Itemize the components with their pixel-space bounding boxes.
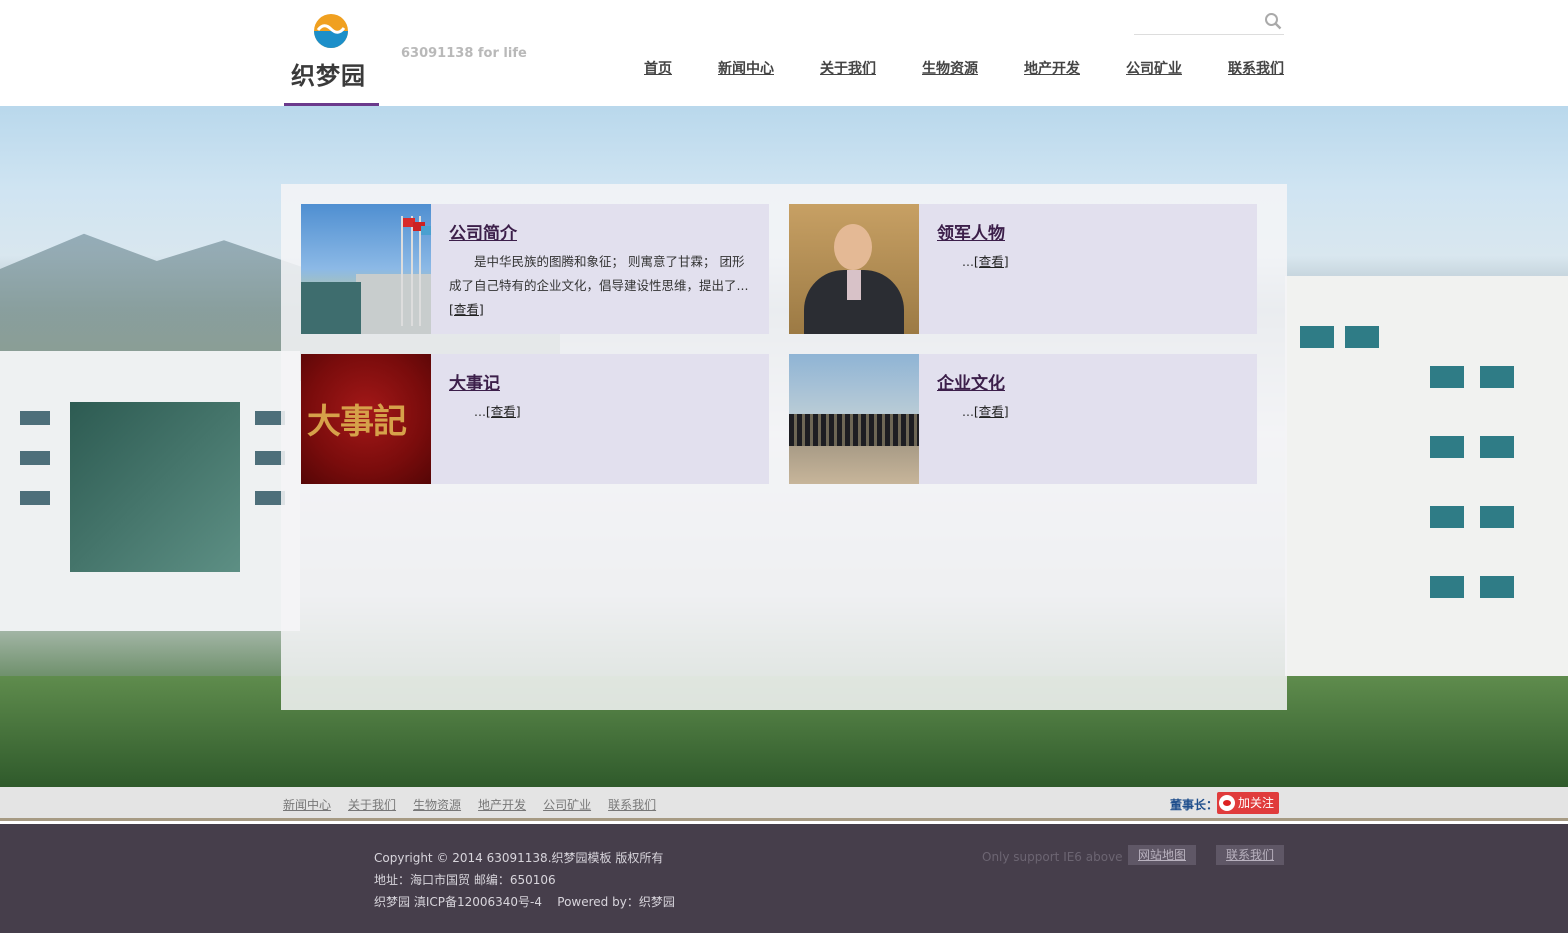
icp-line: 织梦园 滇ICP备12006340号-4 Powered by：织梦园	[374, 895, 675, 909]
card-description: ...[查看]	[962, 404, 1009, 419]
card-company-intro: 公司简介 是中华民族的图腾和象征； 则寓意了甘霖； 团形成了自己特有的企业文化，…	[301, 204, 769, 334]
footer-contact-button[interactable]: 联系我们	[1216, 845, 1285, 865]
footer-nav-bio[interactable]: 生物资源	[413, 796, 461, 813]
search-input[interactable]	[1134, 12, 1258, 32]
hero-building-right	[1285, 276, 1568, 696]
address-line: 地址：海口市国贸 邮编：650106	[374, 873, 556, 887]
card-culture: 企业文化 ...[查看]	[789, 354, 1257, 484]
view-link[interactable]: [查看]	[974, 254, 1009, 269]
card-title[interactable]: 大事记	[449, 369, 500, 394]
copyright-block: Copyright © 2014 63091138.织梦园模板 版权所有 地址：…	[374, 847, 675, 913]
logo-text: 织梦园	[291, 62, 366, 90]
content-panel: 公司简介 是中华民族的图腾和象征； 则寓意了甘霖； 团形成了自己特有的企业文化，…	[281, 184, 1287, 710]
card-thumbnail[interactable]	[789, 354, 919, 484]
sitemap-button[interactable]: 网站地图	[1128, 845, 1197, 865]
card-milestones: 大事記 大事记 ...[查看]	[301, 354, 769, 484]
card-description: ...[查看]	[474, 404, 521, 419]
card-thumbnail[interactable]	[789, 204, 919, 334]
copyright-line: Copyright © 2014 63091138.织梦园模板 版权所有	[374, 851, 664, 865]
footer-nav-news[interactable]: 新闻中心	[283, 796, 331, 813]
footer-nav-bar: 新闻中心 关于我们 生物资源 地产开发 公司矿业 联系我们 董事长： 加关注	[0, 787, 1568, 821]
nav-realestate[interactable]: 地产开发	[1024, 58, 1080, 78]
nav-home[interactable]: 首页	[644, 58, 672, 78]
footer: Copyright © 2014 63091138.织梦园模板 版权所有 地址：…	[0, 824, 1568, 933]
card-description: 是中华民族的图腾和象征； 则寓意了甘霖； 团形成了自己特有的企业文化，倡导建设性…	[449, 254, 749, 317]
slogan: 63091138 for life	[401, 46, 527, 61]
card-leader: 领军人物 ...[查看]	[789, 204, 1257, 334]
view-link[interactable]: [查看]	[449, 302, 484, 317]
card-title[interactable]: 领军人物	[937, 219, 1005, 244]
view-link[interactable]: [查看]	[486, 404, 521, 419]
chairman-label: 董事长：	[1170, 798, 1219, 812]
card-thumbnail[interactable]	[301, 204, 431, 334]
logo-icon	[314, 14, 348, 48]
card-description: ...[查看]	[962, 254, 1009, 269]
main-nav: 首页 新闻中心 关于我们 生物资源 地产开发 公司矿业 联系我们	[598, 58, 1284, 78]
nav-news[interactable]: 新闻中心	[718, 58, 774, 78]
card-thumbnail[interactable]: 大事記	[301, 354, 431, 484]
nav-bio[interactable]: 生物资源	[922, 58, 978, 78]
view-link[interactable]: [查看]	[974, 404, 1009, 419]
follow-button[interactable]: 加关注	[1217, 792, 1279, 814]
weibo-icon	[1219, 795, 1235, 811]
footer-nav-contact[interactable]: 联系我们	[608, 796, 656, 813]
card-title[interactable]: 企业文化	[937, 369, 1005, 394]
nav-about[interactable]: 关于我们	[820, 58, 876, 78]
footer-nav-about[interactable]: 关于我们	[348, 796, 396, 813]
search-icon[interactable]	[1264, 12, 1282, 30]
follow-label: 加关注	[1238, 796, 1275, 810]
card-title[interactable]: 公司简介	[449, 219, 517, 244]
footer-nav-mining[interactable]: 公司矿业	[543, 796, 591, 813]
nav-mining[interactable]: 公司矿业	[1126, 58, 1182, 78]
nav-contact[interactable]: 联系我们	[1228, 58, 1284, 78]
footer-nav-realestate[interactable]: 地产开发	[478, 796, 526, 813]
hero-glass-facade	[70, 402, 240, 572]
ie-support-note: Only support IE6 above	[982, 850, 1123, 864]
logo[interactable]: 织梦园	[284, 0, 379, 106]
thumbnail-calligraphy: 大事記	[307, 402, 407, 442]
footer-nav: 新闻中心 关于我们 生物资源 地产开发 公司矿业 联系我们	[283, 796, 673, 813]
header: 织梦园 63091138 for life 首页 新闻中心 关于我们 生物资源 …	[0, 0, 1568, 106]
search-box	[1134, 10, 1284, 35]
